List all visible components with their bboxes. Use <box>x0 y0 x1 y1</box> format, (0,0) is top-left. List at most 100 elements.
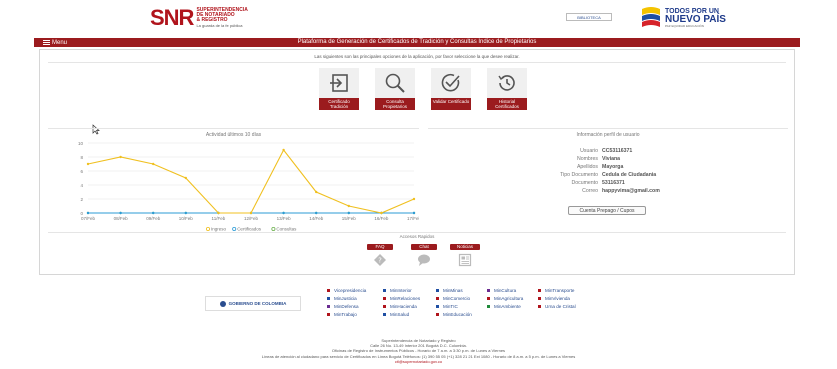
search-icon <box>385 73 405 93</box>
chart-legend-label: Certificados <box>237 227 262 232</box>
snr-logo[interactable]: SNR SUPERINTENDENCIA DE NOTARIADO & REGI… <box>150 5 248 31</box>
todos-por-un-nuevo-pais-logo: TODOS POR UN NUEVO PAÍS PAZ EQUIDAD EDUC… <box>640 5 726 31</box>
chart-point <box>282 148 285 152</box>
footer-link[interactable]: MinAgricultura <box>487 296 523 301</box>
biblioteca-link[interactable]: BIBLIOTECA <box>566 13 612 21</box>
chart-x-tick-label: 10/Feb <box>179 216 194 221</box>
chart-y-tick-label: 10 <box>78 141 84 146</box>
chart-point <box>249 211 253 215</box>
footer-link[interactable]: MinAmbiente <box>487 304 521 309</box>
chart-point <box>152 211 155 215</box>
footer-link[interactable]: Urna de Cristal <box>538 304 576 309</box>
chart-legend-marker <box>205 227 210 232</box>
footer-link[interactable]: MinComercio <box>436 296 470 301</box>
cuenta-prepago-button[interactable]: Cuenta Prepago / Cupos <box>568 206 646 215</box>
quick-access-title: Accesos Rapidos <box>399 234 435 239</box>
chart-x-tick-label: 14/Feb <box>309 216 324 221</box>
chart-x-tick-label: 09/Feb <box>146 216 161 221</box>
footer-link[interactable]: MinCultura <box>487 288 516 293</box>
divider <box>48 232 786 233</box>
chart-x-tick-label: 11/Feb <box>212 216 226 221</box>
profile-value: happyvima@gmail.com <box>602 188 660 194</box>
footer-link[interactable]: Vicepresidencia <box>327 288 366 293</box>
question-icon: ? <box>374 254 386 266</box>
main-navbar: Menu Plataforma de Generación de Certifi… <box>34 38 800 47</box>
footer-link[interactable]: MinJusticia <box>327 296 357 301</box>
chat-button[interactable]: Chat <box>411 244 437 267</box>
footer-link-label: MinTIC <box>443 304 458 309</box>
footer-link-label: MinAmbiente <box>494 304 521 309</box>
profile-key: Nombres <box>576 156 598 162</box>
chart-point <box>152 162 155 166</box>
chat-icon <box>418 254 430 266</box>
footer-info: Superintendencia de Notariado y Registro… <box>0 338 837 364</box>
activity-chart: 024681007/Feb 08/Feb 09/Feb 10/Feb 11/Feb 12/… <box>78 141 419 232</box>
profile-row-usuario: Usuario CC53116371 <box>428 148 788 154</box>
noticias-button[interactable]: Noticias <box>450 244 480 267</box>
chart-legend-marker <box>271 227 276 232</box>
footer-link[interactable]: MinMinas <box>436 288 463 293</box>
faq-button[interactable]: FAQ ? <box>367 244 393 267</box>
footer-link-label: MinRelaciones <box>390 296 421 301</box>
biblioteca-label: BIBLIOTECA <box>577 14 601 20</box>
intro-text: Las siguientes son las principales opcio… <box>314 54 520 59</box>
chart-legend-label: Consultas <box>276 227 297 232</box>
profile-key: Usuario <box>580 148 598 154</box>
chart-x-tick-label: 07/Feb <box>81 216 96 221</box>
gobierno-de-colombia-link[interactable]: GOBIERNO DE COLOMBIA <box>205 296 301 311</box>
profile-row-tipo-documento: Tipo Documento Cedula de Ciudadania <box>428 172 788 178</box>
chart-y-tick-label: 6 <box>80 169 83 174</box>
chart-point <box>86 162 90 166</box>
footer-link-label: MinCultura <box>494 288 517 293</box>
chart-x-tick-label: 08/Feb <box>114 216 129 221</box>
footer-email-link[interactable]: ctl@supernotariado.gov.co <box>0 359 837 364</box>
footer-link[interactable]: MinVivienda <box>538 296 570 301</box>
gobierno-seal-icon <box>219 300 226 307</box>
footer-link[interactable]: MinSalud <box>383 312 409 317</box>
activity-chart-panel: Actividad últimos 10 días 0 2 4 6 8 10 07/Feb 0… <box>48 128 419 232</box>
footer-link[interactable]: MinTIC <box>436 304 458 309</box>
snr-logo-mark: SNR <box>150 5 194 30</box>
footer-link[interactable]: MinTrabajo <box>327 312 357 317</box>
footer-link-label: Vicepresidencia <box>334 288 367 293</box>
footer-link-label: MinHacienda <box>390 304 417 309</box>
profile-value: 53116371 <box>602 180 625 186</box>
consulta-propietarios-button[interactable]: Consulta Propietarios <box>375 68 415 110</box>
platform-title: Plataforma de Generación de Certificados… <box>297 39 537 45</box>
chart-title: Actividad últimos 10 días <box>205 132 262 138</box>
footer-link[interactable]: MinHacienda <box>383 304 417 309</box>
profile-value: Cedula de Ciudadania <box>602 172 657 178</box>
footer-link-label: MinEducación <box>443 312 472 317</box>
profile-row-documento: Documento 53116371 <box>428 180 788 186</box>
action-label: Consulta Propietarios <box>375 98 415 110</box>
chart-legend-marker <box>232 227 237 232</box>
chart-legend-label: Ingreso <box>211 227 227 232</box>
footer-link-label: MinComercio <box>443 296 471 301</box>
footer-link-label: MinDefensa <box>334 304 359 309</box>
footer-link-label: MinMinas <box>443 288 463 293</box>
profile-row-nombres: Nombres Viviana <box>428 156 788 162</box>
chart-point <box>315 211 318 215</box>
certificado-tradicion-button[interactable]: Certificado Tradición <box>319 68 359 110</box>
footer-link[interactable]: MinRelaciones <box>383 296 420 301</box>
chart-point <box>119 211 122 215</box>
historial-certificados-button[interactable]: Historial Certificados <box>487 68 527 110</box>
footer-link[interactable]: MinInterior <box>383 288 412 293</box>
todos-logo-line-2: NUEVO PAÍS <box>665 14 726 25</box>
profile-key: Documento <box>571 180 598 186</box>
chart-x-tick-label: 15/Feb <box>342 216 357 221</box>
footer-link[interactable]: MinTransporte <box>538 288 574 293</box>
chart-point <box>217 211 220 215</box>
snr-logo-tagline: La guarda de la fe pública <box>196 23 243 28</box>
news-icon <box>458 253 472 267</box>
footer-link-label: MinJusticia <box>334 296 357 301</box>
footer-link[interactable]: MinEducación <box>436 312 472 317</box>
footer-link[interactable]: MinDefensa <box>327 304 359 309</box>
chart-point <box>412 197 416 201</box>
chart-point <box>282 211 285 215</box>
chart-x-tick-label: 17/Feb <box>407 216 419 221</box>
profile-row-apellidos: Apellidos Mayorga <box>428 164 788 170</box>
profile-key: Apellidos <box>576 164 598 170</box>
validar-certificado-button[interactable]: Validar Certificado <box>431 68 471 110</box>
profile-row-correo: Correo happyvima@gmail.com <box>428 188 788 194</box>
